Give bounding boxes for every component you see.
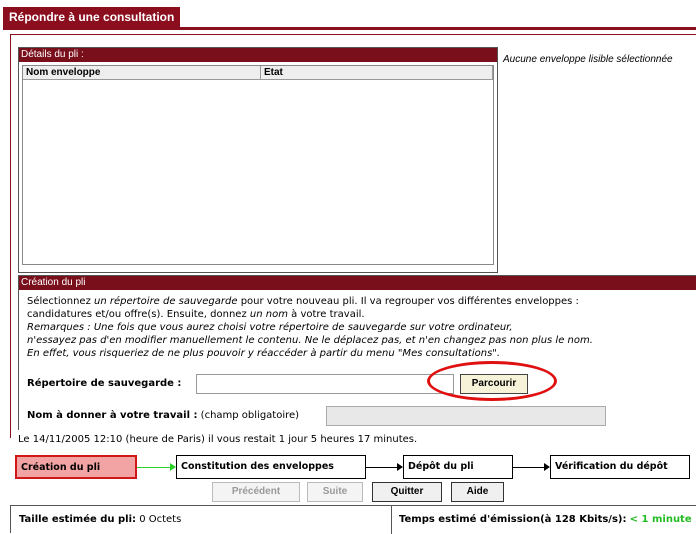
intro-text: à votre travail. — [287, 309, 365, 320]
step-constitution: Constitution des enveloppes — [176, 455, 366, 479]
intro-text: Sélectionnez — [27, 296, 95, 307]
previous-button[interactable]: Précédent — [212, 482, 300, 502]
details-header: Détails du pli : — [19, 48, 497, 62]
column-etat[interactable]: Etat — [261, 66, 493, 80]
step-verification: Vérification du dépôt — [550, 455, 690, 479]
window-title: Répondre à une consultation — [3, 7, 181, 27]
step-creation: Création du pli — [15, 455, 137, 479]
step-arrow-3 — [513, 467, 545, 468]
directory-label: Répertoire de sauvegarde : — [27, 378, 182, 389]
time-status: Temps estimé d'émission(à 128 Kbits/s): … — [399, 514, 692, 525]
remark-line-3: En effet, vous risqueriez de ne plus pou… — [27, 348, 501, 359]
envelope-list[interactable]: Nom enveloppe Etat — [22, 65, 494, 265]
next-button[interactable]: Suite — [307, 482, 363, 502]
work-name-input[interactable] — [326, 406, 606, 426]
title-underline — [3, 27, 696, 30]
column-nom-enveloppe[interactable]: Nom enveloppe — [23, 66, 261, 80]
time-value: < 1 minute — [629, 514, 692, 525]
no-envelope-note: Aucune enveloppe lisible sélectionnée — [503, 54, 673, 65]
step-arrow-1 — [137, 467, 171, 468]
step-depot: Dépôt du pli — [403, 455, 513, 479]
status-separator — [391, 506, 392, 534]
creation-header: Création du pli — [19, 276, 696, 290]
intro-emphasis: un nom — [249, 309, 288, 320]
size-label: Taille estimée du pli: — [19, 514, 137, 525]
directory-input[interactable] — [196, 374, 454, 394]
size-value: 0 Octets — [139, 514, 182, 525]
remark-line-1: Remarques : Une fois que vous aurez choi… — [27, 322, 513, 333]
name-label: Nom à donner à votre travail : (champ ob… — [27, 410, 299, 421]
name-hint: (champ obligatoire) — [197, 410, 300, 421]
intro-line-2: candidatures et/ou offre(s). Ensuite, do… — [27, 309, 365, 320]
highlight-circle — [427, 361, 557, 401]
remark-line-2: n'essayez pas d'en modifier manuellement… — [27, 335, 593, 346]
help-button[interactable]: Aide — [451, 482, 504, 502]
intro-line-1: Sélectionnez un répertoire de sauvegarde… — [27, 296, 579, 307]
step-arrow-2 — [366, 467, 398, 468]
time-label: Temps estimé d'émission(à 128 Kbits/s): — [399, 514, 627, 525]
deadline-text: Le 14/11/2005 12:10 (heure de Paris) il … — [18, 434, 418, 445]
quit-button[interactable]: Quitter — [372, 482, 442, 502]
intro-text: candidatures et/ou offre(s). Ensuite, do… — [27, 309, 250, 320]
status-bar: Taille estimée du pli: 0 Octets Temps es… — [10, 505, 696, 534]
details-panel: Détails du pli : Nom enveloppe Etat — [18, 47, 498, 273]
intro-text: pour votre nouveau pli. Il va regrouper … — [237, 296, 579, 307]
name-label-text: Nom à donner à votre travail : — [27, 410, 198, 421]
intro-emphasis: un répertoire de sauvegarde — [94, 296, 238, 307]
size-status: Taille estimée du pli: 0 Octets — [19, 514, 181, 525]
